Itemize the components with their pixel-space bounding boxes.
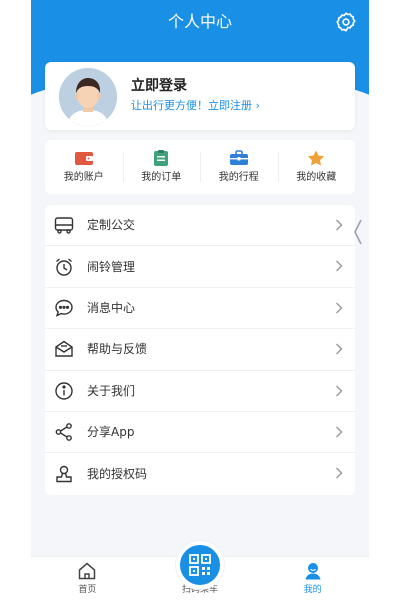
chevron-right-icon	[336, 219, 343, 231]
menu-item-label: 消息中心	[87, 300, 136, 315]
tab-home[interactable]: 首页	[31, 557, 144, 600]
menu-item-label: 关于我们	[87, 383, 136, 398]
feedback-icon	[53, 338, 75, 360]
menu-list: 定制公交 闹铃管理 消息中心 帮助与反馈 关于我们 分享App 我的授权码	[45, 205, 355, 495]
chevron-right-icon	[336, 260, 343, 272]
tab-mine-label: 我的	[303, 585, 322, 595]
authcode-icon	[53, 463, 75, 485]
tab-home-label: 首页	[78, 585, 97, 595]
home-icon	[79, 562, 96, 580]
order-icon	[154, 150, 169, 166]
star-icon	[308, 150, 325, 166]
menu-item-about[interactable]: 关于我们	[45, 371, 355, 412]
register-link[interactable]: 让出行更方便！立即注册 ›	[131, 98, 260, 114]
profile-card[interactable]: 立即登录 让出行更方便！立即注册 ›	[45, 62, 355, 130]
quick-item-label: 我的账户	[63, 172, 104, 183]
gear-icon[interactable]	[335, 11, 357, 33]
page-title: 个人中心	[167, 12, 232, 31]
message-icon	[53, 297, 75, 319]
briefcase-icon	[229, 150, 248, 165]
side-drawer-handle[interactable]	[352, 218, 364, 246]
user-icon	[305, 563, 321, 580]
quick-item-label: 我的收藏	[296, 172, 337, 183]
menu-item-share[interactable]: 分享App	[45, 412, 355, 454]
chevron-right-icon	[336, 302, 343, 314]
info-icon	[53, 380, 75, 402]
quick-item-account[interactable]: 我的账户	[45, 140, 123, 194]
chevron-right-icon	[336, 385, 343, 397]
phone-screen: 个人中心 立即登录 让出行更方便！立即注册 › 我的账户 我的订单 我的行程 我…	[31, 0, 369, 600]
chevron-right-icon	[336, 343, 343, 355]
wallet-icon	[74, 152, 93, 165]
menu-item-label: 闹铃管理	[87, 259, 136, 274]
scan-qr-button[interactable]	[176, 541, 224, 589]
user-avatar[interactable]	[59, 68, 117, 126]
menu-item-messages[interactable]: 消息中心	[45, 288, 355, 330]
quick-item-label: 我的订单	[141, 172, 182, 183]
menu-item-custom-bus[interactable]: 定制公交	[45, 205, 355, 247]
bus-icon	[53, 214, 75, 236]
alarm-icon	[53, 256, 75, 278]
login-title[interactable]: 立即登录	[131, 77, 187, 95]
quick-item-favorites[interactable]: 我的收藏	[277, 140, 356, 194]
menu-item-auth-code[interactable]: 我的授权码	[45, 453, 355, 494]
menu-item-label: 分享App	[87, 425, 135, 440]
menu-item-label: 定制公交	[87, 218, 136, 233]
qr-code-icon	[189, 554, 211, 576]
menu-item-help-feedback[interactable]: 帮助与反馈	[45, 329, 355, 371]
quick-item-orders[interactable]: 我的订单	[122, 140, 201, 194]
share-icon	[53, 421, 75, 443]
menu-item-label: 帮助与反馈	[87, 342, 148, 357]
tab-mine[interactable]: 我的	[256, 557, 369, 600]
quick-item-trips[interactable]: 我的行程	[200, 140, 278, 194]
quick-item-label: 我的行程	[218, 172, 259, 183]
chevron-right-icon	[336, 467, 343, 479]
chevron-right-icon	[336, 426, 343, 438]
quick-actions: 我的账户 我的订单 我的行程 我的收藏	[45, 140, 355, 194]
menu-item-alarm[interactable]: 闹铃管理	[45, 246, 355, 288]
menu-item-label: 我的授权码	[87, 467, 148, 482]
